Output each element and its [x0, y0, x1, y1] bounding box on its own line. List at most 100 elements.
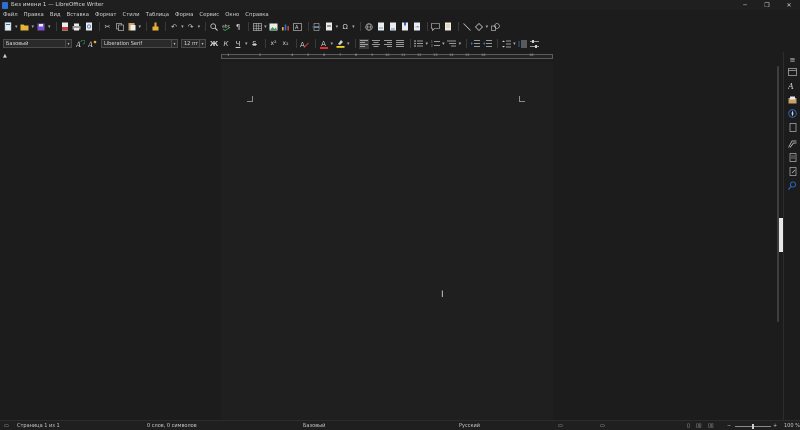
redo-dropdown-icon[interactable]: ▾ [198, 24, 201, 30]
highlight-color-icon[interactable] [335, 39, 345, 49]
horizontal-ruler[interactable]: 1 2 4 5 6 7 8 9 10 11 12 13 14 15 16 18 [221, 52, 553, 60]
save-dropdown-icon[interactable]: ▾ [48, 24, 51, 30]
print-preview-icon[interactable] [84, 22, 94, 32]
increase-indent-icon[interactable] [470, 39, 480, 49]
page-number-status[interactable]: Страница 1 из 1 [17, 423, 60, 429]
redo-icon[interactable]: ↷ [186, 22, 196, 32]
endnote-icon[interactable] [388, 22, 398, 32]
numbered-list-icon[interactable]: 12 [430, 39, 440, 49]
paste-icon[interactable] [127, 22, 137, 32]
page-icon[interactable] [787, 122, 798, 133]
insert-comment-icon[interactable] [431, 22, 441, 32]
draw-functions-icon[interactable] [490, 22, 500, 32]
highlight-dropdown-icon[interactable]: ▾ [347, 41, 350, 47]
menu-tools[interactable]: Сервис [199, 12, 219, 18]
document-page[interactable] [221, 62, 553, 420]
selection-mode-icon[interactable]: ▭ [558, 423, 563, 429]
zoom-out-icon[interactable]: − [727, 423, 731, 429]
print-icon[interactable] [72, 22, 82, 32]
bookmark-icon[interactable] [400, 22, 410, 32]
maximize-button[interactable]: ❐ [756, 0, 778, 10]
new-dropdown-icon[interactable]: ▾ [15, 24, 18, 30]
justify-icon[interactable] [395, 39, 405, 49]
vertical-scrollbar-thumb[interactable] [777, 66, 779, 322]
align-right-icon[interactable] [383, 39, 393, 49]
strikethrough-button[interactable]: S [250, 39, 260, 49]
insert-chart-icon[interactable] [281, 22, 291, 32]
bullet-list-icon[interactable] [414, 39, 424, 49]
menu-format[interactable]: Формат [95, 12, 117, 18]
line-spacing-dropdown-icon[interactable]: ▾ [513, 41, 516, 47]
zoom-slider-knob[interactable] [752, 424, 754, 429]
cross-reference-icon[interactable] [412, 22, 422, 32]
menu-insert[interactable]: Вставка [67, 12, 89, 18]
update-style-icon[interactable]: A [75, 39, 85, 49]
paragraph-dialog-icon[interactable] [530, 39, 540, 49]
clear-formatting-icon[interactable]: A [300, 39, 310, 49]
design-icon[interactable] [787, 166, 798, 177]
single-page-view-icon[interactable]: ▯ [687, 423, 690, 429]
properties-icon[interactable] [787, 66, 798, 77]
open-dropdown-icon[interactable]: ▾ [32, 24, 35, 30]
chevron-down-icon[interactable]: ▾ [171, 40, 177, 47]
subscript-button[interactable]: x₂ [281, 39, 291, 49]
multi-page-view-icon[interactable]: ▯▯ [696, 423, 702, 429]
formatting-marks-icon[interactable]: ¶ [233, 22, 243, 32]
shapes-dropdown-icon[interactable]: ▾ [486, 24, 489, 30]
copy-icon[interactable] [115, 22, 125, 32]
page-style-status[interactable]: Базовый [303, 423, 325, 429]
insert-table-icon[interactable] [252, 22, 262, 32]
navigator-icon[interactable] [787, 108, 798, 119]
new-document-icon[interactable] [3, 22, 13, 32]
line-spacing-icon[interactable] [501, 39, 511, 49]
find-icon[interactable] [787, 180, 798, 191]
undo-icon[interactable]: ↶ [169, 22, 179, 32]
insert-line-icon[interactable] [462, 22, 472, 32]
insert-field-icon[interactable] [324, 22, 334, 32]
font-color-button[interactable]: A [319, 39, 329, 49]
menu-view[interactable]: Вид [50, 12, 61, 18]
style-inspector-icon[interactable] [787, 138, 798, 149]
page-break-icon[interactable] [312, 22, 322, 32]
close-button[interactable]: ✕ [778, 0, 800, 10]
footnote-icon[interactable] [376, 22, 386, 32]
find-replace-icon[interactable] [209, 22, 219, 32]
save-icon[interactable] [36, 22, 46, 32]
clone-formatting-icon[interactable] [150, 22, 160, 32]
paragraph-spacing-icon[interactable] [518, 39, 528, 49]
special-character-icon[interactable]: Ω [340, 22, 350, 32]
zoom-level[interactable]: 100 % [784, 423, 800, 429]
font-size-combo[interactable]: 12 пт ▾ [181, 39, 206, 48]
outline-list-dropdown-icon[interactable]: ▾ [459, 41, 462, 47]
manage-changes-icon[interactable] [787, 152, 798, 163]
track-changes-icon[interactable] [443, 22, 453, 32]
special-character-dropdown-icon[interactable]: ▾ [352, 24, 355, 30]
underline-dropdown-icon[interactable]: ▾ [245, 41, 248, 47]
bullet-list-dropdown-icon[interactable]: ▾ [426, 41, 429, 47]
insert-textbox-icon[interactable]: A [293, 22, 303, 32]
font-name-combo[interactable]: Liberation Serif ▾ [101, 39, 178, 48]
spelling-icon[interactable]: abc [221, 22, 231, 32]
insert-image-icon[interactable] [269, 22, 279, 32]
menu-file[interactable]: Файл [3, 12, 18, 18]
menu-edit[interactable]: Правка [24, 12, 44, 18]
paragraph-style-combo[interactable]: Базовый ▾ [3, 39, 72, 48]
menu-window[interactable]: Окно [225, 12, 239, 18]
new-style-icon[interactable]: A [87, 39, 97, 49]
styles-icon[interactable]: A [787, 80, 798, 91]
export-pdf-icon[interactable] [60, 22, 70, 32]
menu-help[interactable]: Справка [245, 12, 268, 18]
sidebar-menu-icon[interactable]: ≡ [787, 54, 798, 65]
cut-icon[interactable]: ✂ [103, 22, 113, 32]
font-color-dropdown-icon[interactable]: ▾ [331, 41, 334, 47]
outline-list-icon[interactable] [447, 39, 457, 49]
align-center-icon[interactable] [371, 39, 381, 49]
decrease-indent-icon[interactable] [482, 39, 492, 49]
word-count-status[interactable]: 0 слов, 0 символов [147, 423, 197, 429]
field-dropdown-icon[interactable]: ▾ [336, 24, 339, 30]
underline-button[interactable]: Ч [233, 39, 243, 49]
superscript-button[interactable]: x² [269, 39, 279, 49]
minimize-button[interactable]: ─ [734, 0, 756, 10]
italic-button[interactable]: К [221, 39, 231, 49]
table-dropdown-icon[interactable]: ▾ [264, 24, 267, 30]
